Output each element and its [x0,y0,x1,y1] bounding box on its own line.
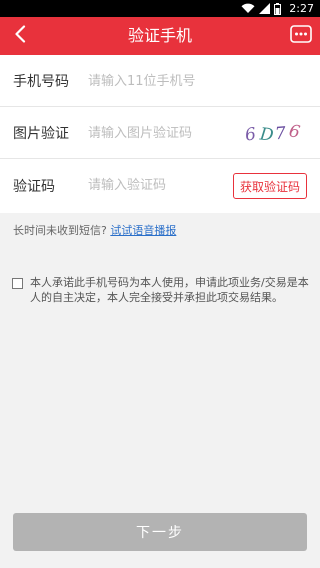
battery-icon [274,2,282,15]
status-icons: 2:27 [241,2,314,15]
back-button[interactable] [6,22,34,50]
get-sms-code-button[interactable]: 获取验证码 [233,173,307,199]
sms-hint-text: 长时间未收到短信? [13,224,107,237]
cellular-signal-icon [259,3,271,14]
status-bar: 2:27 [0,0,320,17]
captcha-image[interactable]: 6 D 7 6 [242,120,304,146]
agreement-text: 本人承诺此手机号码为本人使用，申请此项业务/交易是本人的自主决定，本人完全接受并… [30,276,309,304]
wifi-icon [241,3,255,14]
image-code-row: 图片验证 6 D 7 6 [0,107,320,159]
phone-input[interactable] [88,68,228,94]
sms-code-input[interactable] [88,172,228,198]
next-step-button[interactable]: 下一步 [13,513,307,551]
sms-code-label: 验证码 [13,179,55,195]
status-time: 2:27 [289,2,314,15]
phone-label: 手机号码 [13,73,69,90]
captcha-char-1: 6 [244,124,258,145]
more-dots-icon [290,25,312,47]
captcha-char-3: 7 [274,124,287,145]
image-code-input[interactable] [88,120,228,146]
agreement-checkbox[interactable] [12,278,23,289]
voice-broadcast-link[interactable]: 试试语音播报 [110,224,176,237]
more-button[interactable] [290,25,312,47]
image-code-label: 图片验证 [13,125,69,142]
sms-hint: 长时间未收到短信? 试试语音播报 [13,222,176,238]
chevron-left-icon [14,25,26,47]
header-bar: 验证手机 [0,17,320,55]
captcha-char-4: 6 [287,121,301,143]
page-title: 验证手机 [127,26,192,45]
captcha-char-2: D [258,124,275,145]
verify-form: 手机号码 图片验证 6 D 7 6 验证码 获取验证码 [0,55,320,213]
sms-code-row: 验证码 获取验证码 [0,159,320,213]
phone-row: 手机号码 [0,55,320,107]
